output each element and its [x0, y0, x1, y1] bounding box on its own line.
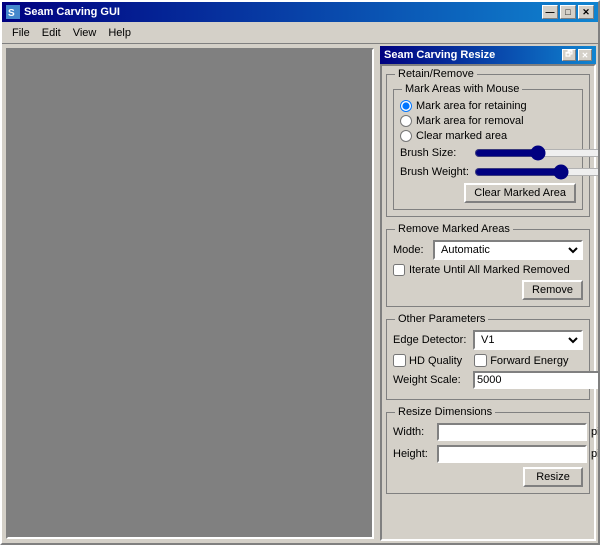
menu-file[interactable]: File [6, 25, 36, 41]
height-row: Height: pixels [393, 445, 583, 463]
menu-edit[interactable]: Edit [36, 25, 67, 41]
menu-view[interactable]: View [67, 25, 103, 41]
remove-marked-group: Remove Marked Areas Mode: Automatic Manu… [386, 229, 590, 307]
radio-removal-row: Mark area for removal [400, 115, 576, 127]
title-bar-buttons: — □ ✕ [542, 5, 594, 19]
content-area: Seam Carving Resize 🗗 ✕ Retain/Remove Ma… [2, 44, 598, 543]
maximize-button[interactable]: □ [560, 5, 576, 19]
title-bar: S Seam Carving GUI — □ ✕ [2, 2, 598, 22]
panel-title: Seam Carving Resize [384, 49, 495, 61]
radio-clear[interactable] [400, 130, 412, 142]
other-params-group: Other Parameters Edge Detector: V1 V2 So… [386, 319, 590, 400]
right-panel: Seam Carving Resize 🗗 ✕ Retain/Remove Ma… [378, 44, 598, 543]
brush-weight-row: Brush Weight: [400, 164, 576, 180]
clear-marked-button[interactable]: Clear Marked Area [464, 183, 576, 203]
panel-content: Retain/Remove Mark Areas with Mouse Mark… [380, 64, 596, 541]
mode-label: Mode: [393, 244, 429, 256]
mode-select[interactable]: Automatic Manual [433, 240, 583, 260]
height-input[interactable] [437, 445, 587, 463]
remove-marked-label: Remove Marked Areas [395, 223, 513, 235]
main-window: S Seam Carving GUI — □ ✕ File Edit View … [0, 0, 600, 545]
width-row: Width: pixels [393, 423, 583, 441]
mark-areas-group: Mark Areas with Mouse Mark area for reta… [393, 89, 583, 210]
radio-retaining[interactable] [400, 100, 412, 112]
other-params-label: Other Parameters [395, 313, 488, 325]
width-label: Width: [393, 426, 433, 438]
resize-dimensions-label: Resize Dimensions [395, 406, 495, 418]
brush-weight-label: Brush Weight: [400, 166, 470, 178]
menu-bar: File Edit View Help [2, 22, 598, 44]
forward-energy-checkbox[interactable] [474, 354, 487, 367]
resize-btn-row: Resize [393, 467, 583, 487]
weight-scale-row: Weight Scale: [393, 371, 583, 389]
weight-scale-label: Weight Scale: [393, 374, 469, 386]
close-button[interactable]: ✕ [578, 5, 594, 19]
edge-detector-row: Edge Detector: V1 V2 Sobel [393, 330, 583, 350]
hd-quality-checkbox[interactable] [393, 354, 406, 367]
remove-btn-row: Remove [393, 280, 583, 300]
radio-retaining-row: Mark area for retaining [400, 100, 576, 112]
height-unit: pixels [591, 448, 598, 460]
menu-help[interactable]: Help [102, 25, 137, 41]
brush-size-row: Brush Size: [400, 145, 576, 161]
width-input[interactable] [437, 423, 587, 441]
edge-detector-label: Edge Detector: [393, 334, 469, 346]
window-title: Seam Carving GUI [24, 6, 542, 18]
remove-button[interactable]: Remove [522, 280, 583, 300]
mark-areas-label: Mark Areas with Mouse [402, 83, 522, 95]
resize-dimensions-group: Resize Dimensions Width: pixels Height: … [386, 412, 590, 494]
radio-removal-label: Mark area for removal [416, 115, 524, 127]
canvas-area [6, 48, 374, 539]
edge-select[interactable]: V1 V2 Sobel [473, 330, 583, 350]
forward-energy-label: Forward Energy [490, 355, 568, 367]
iterate-checkbox[interactable] [393, 264, 405, 276]
minimize-button[interactable]: — [542, 5, 558, 19]
panel-close-button[interactable]: ✕ [578, 49, 592, 61]
hd-quality-label: HD Quality [409, 355, 462, 367]
panel-title-buttons: 🗗 ✕ [562, 49, 592, 61]
brush-size-label: Brush Size: [400, 147, 470, 159]
iterate-row: Iterate Until All Marked Removed [393, 264, 583, 276]
app-icon: S [6, 5, 20, 19]
weight-scale-input[interactable] [473, 371, 598, 389]
svg-text:S: S [8, 8, 15, 19]
clear-btn-row: Clear Marked Area [400, 183, 576, 203]
retain-remove-group: Retain/Remove Mark Areas with Mouse Mark… [386, 74, 590, 217]
brush-size-slider[interactable] [474, 145, 598, 161]
panel-restore-button[interactable]: 🗗 [562, 49, 576, 61]
width-unit: pixels [591, 426, 598, 438]
quality-energy-row: HD Quality Forward Energy [393, 354, 583, 367]
forward-energy-item: Forward Energy [474, 354, 568, 367]
retain-remove-label: Retain/Remove [395, 68, 477, 80]
radio-clear-label: Clear marked area [416, 130, 507, 142]
radio-clear-row: Clear marked area [400, 130, 576, 142]
iterate-label: Iterate Until All Marked Removed [409, 264, 570, 276]
radio-retaining-label: Mark area for retaining [416, 100, 527, 112]
radio-removal[interactable] [400, 115, 412, 127]
panel-titlebar: Seam Carving Resize 🗗 ✕ [380, 46, 596, 64]
hd-quality-item: HD Quality [393, 354, 462, 367]
brush-weight-slider[interactable] [474, 164, 598, 180]
resize-button[interactable]: Resize [523, 467, 583, 487]
height-label: Height: [393, 448, 433, 460]
mode-row: Mode: Automatic Manual [393, 240, 583, 260]
